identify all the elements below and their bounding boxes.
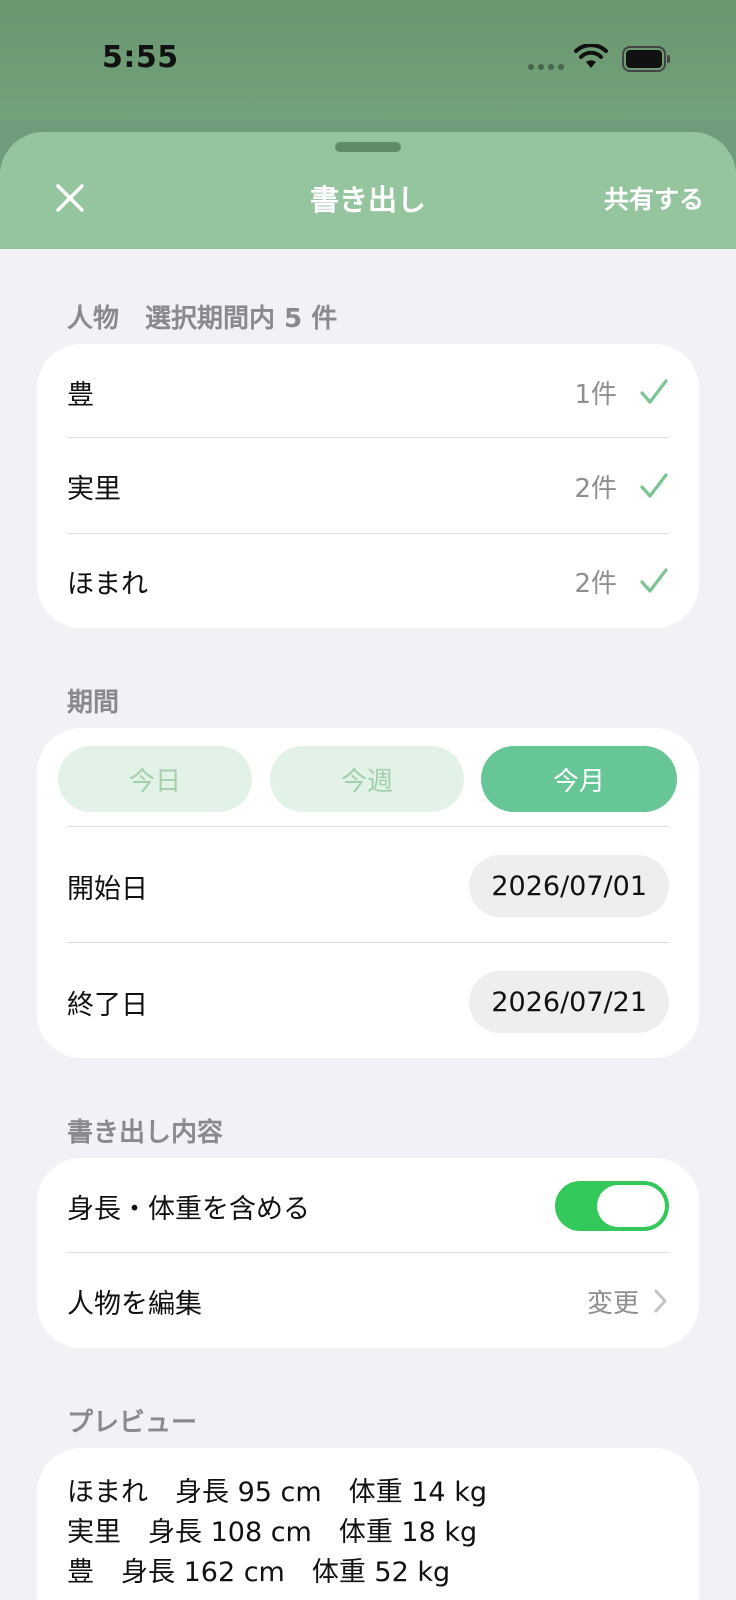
export-sheet: 書き出し 共有する 人物 選択期間内 5 件 豊 1件 実里 2件 ほまれ 2件 [0,132,736,1600]
edit-people-action: 変更 [586,1288,639,1319]
preview-line: 豊 身長 162 cm 体重 52 kg [67,1557,451,1588]
segment-this-week[interactable]: 今週 [270,746,464,812]
toggle-knob [597,1185,665,1227]
preview-card: ほまれ 身長 95 cm 体重 14 kg 実里 身長 108 cm 体重 18… [37,1448,699,1600]
end-date-picker[interactable]: 2026/07/21 [469,971,669,1033]
edit-people-row[interactable]: 人物を編集 変更 [67,1253,669,1349]
segment-this-month[interactable]: 今月 [481,746,677,812]
chevron-right-icon [654,1289,667,1313]
segment-today[interactable]: 今日 [58,746,252,812]
divider [67,942,669,943]
cellular-signal-icon [528,64,564,70]
start-date-row: 開始日 2026/07/01 [67,836,669,936]
person-row[interactable]: ほまれ 2件 [67,533,669,629]
person-count: 1件 [574,379,617,410]
include-measurements-row: 身長・体重を含める [67,1158,669,1254]
person-count: 2件 [574,473,617,504]
end-date-label: 終了日 [67,989,148,1021]
person-name: 実里 [67,473,121,505]
include-measurements-toggle[interactable] [555,1181,669,1231]
content-card: 身長・体重を含める 人物を編集 変更 [37,1158,699,1348]
checkmark-icon [640,379,668,404]
edit-people-label: 人物を編集 [67,1288,202,1320]
status-bar: 5:55 [0,0,736,120]
people-card: 豊 1件 実里 2件 ほまれ 2件 [37,344,699,628]
include-measurements-label: 身長・体重を含める [67,1193,310,1225]
person-name: ほまれ [67,568,148,600]
battery-icon [622,46,670,72]
person-row[interactable]: 実里 2件 [67,438,669,534]
person-count: 2件 [574,568,617,599]
checkmark-icon [640,568,668,593]
share-button[interactable]: 共有する [604,180,704,216]
start-date-picker[interactable]: 2026/07/01 [469,855,669,917]
preview-line: ほまれ 身長 95 cm 体重 14 kg [67,1477,487,1508]
preview-section-header: プレビュー [67,1408,198,1438]
end-date-row: 終了日 2026/07/21 [67,952,669,1052]
people-section-header: 人物 選択期間内 5 件 [67,304,338,334]
preview-line: 実里 身長 108 cm 体重 18 kg [67,1517,478,1548]
checkmark-icon [640,473,668,498]
sheet-grabber[interactable] [335,142,401,152]
divider [67,826,669,827]
status-time: 5:55 [102,40,179,75]
period-section-header: 期間 [67,688,120,718]
wifi-icon [574,44,608,68]
sheet-header: 書き出し 共有する [0,132,736,249]
period-card: 今日 今週 今月 開始日 2026/07/01 終了日 2026/07/21 [37,728,699,1058]
start-date-label: 開始日 [67,873,148,905]
person-row[interactable]: 豊 1件 [67,344,669,440]
content-section-header: 書き出し内容 [67,1118,224,1148]
person-name: 豊 [67,379,94,411]
